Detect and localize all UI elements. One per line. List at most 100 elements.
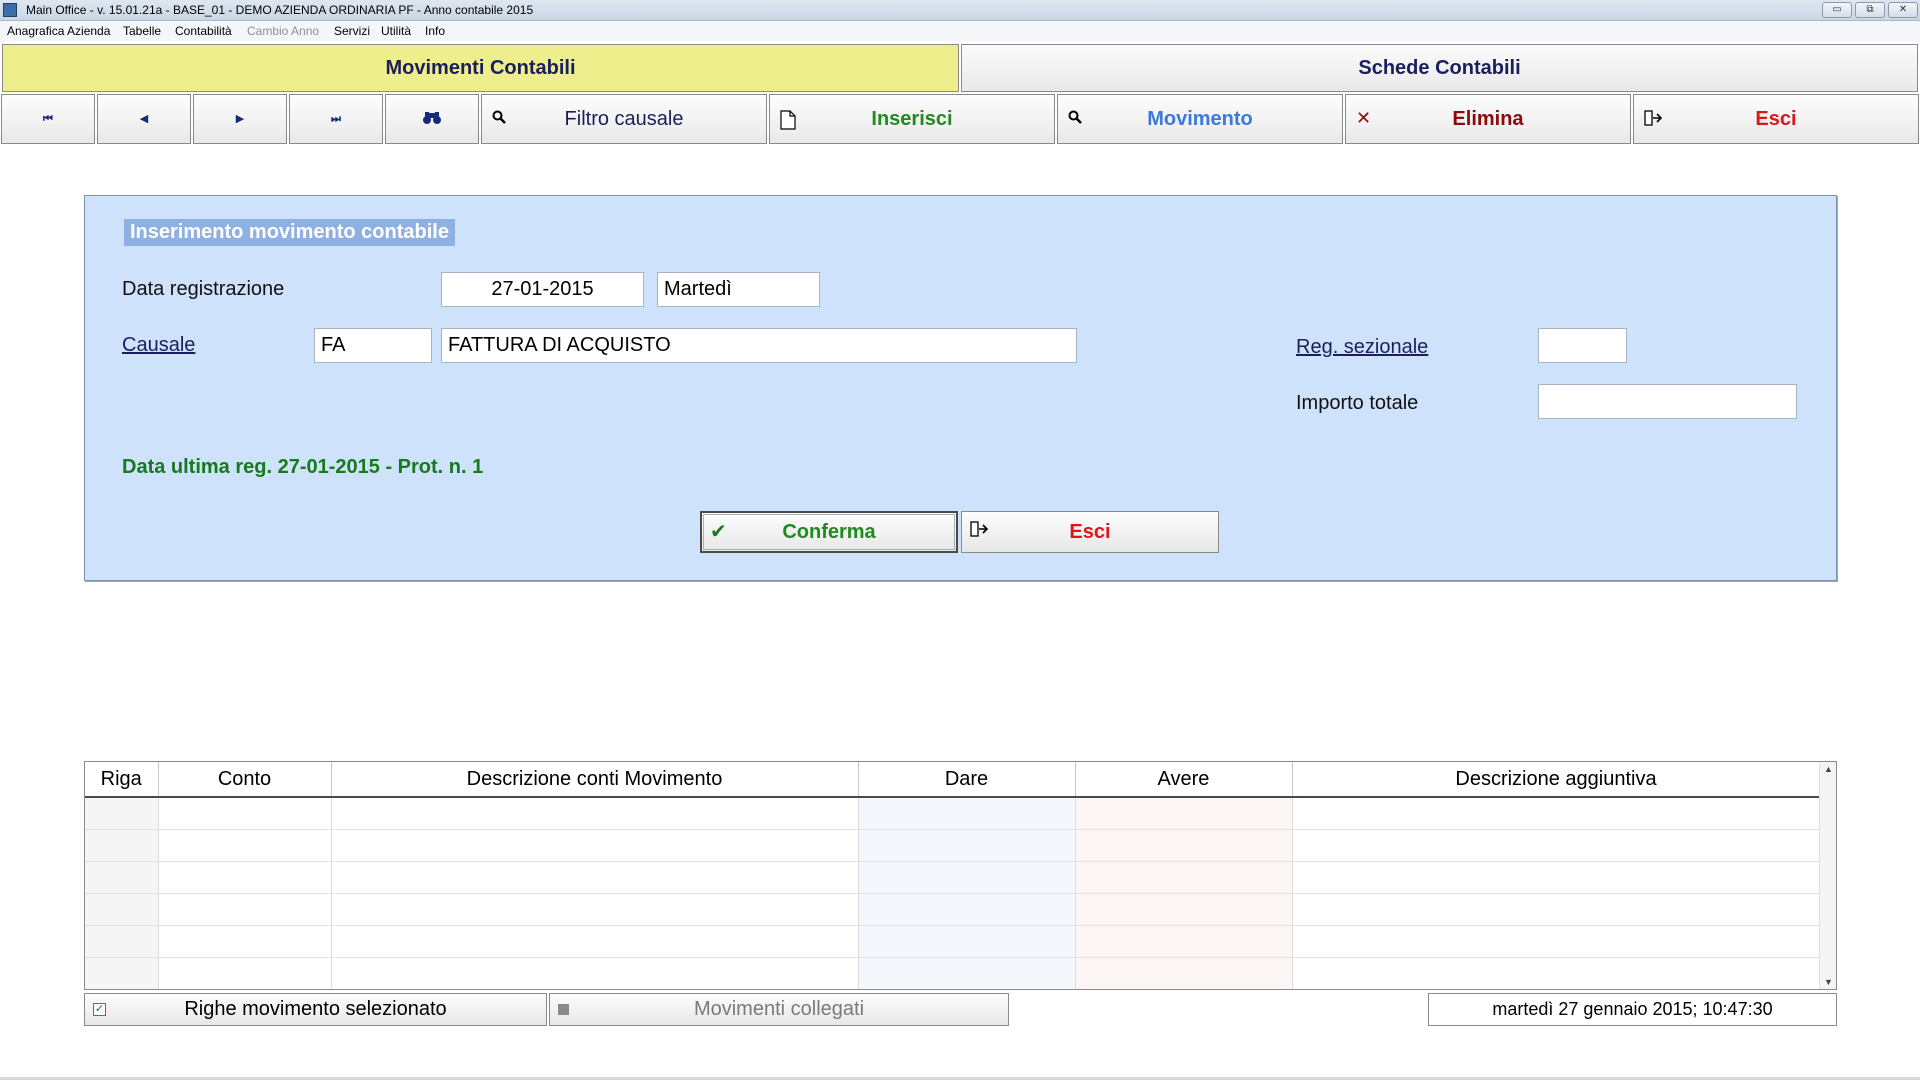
cell-descrizione-aggiuntiva[interactable] — [1292, 861, 1821, 894]
esci-form-button[interactable]: Esci — [961, 511, 1219, 553]
cell-avere[interactable] — [1075, 861, 1293, 894]
column-header-riga[interactable]: Riga — [85, 762, 159, 798]
cell-avere[interactable] — [1075, 957, 1293, 989]
cell-conto[interactable] — [158, 893, 332, 926]
menu-cambio-anno: Cambio Anno — [247, 24, 320, 38]
cell-conto[interactable] — [158, 925, 332, 958]
cell-avere[interactable] — [1075, 925, 1293, 958]
scroll-up-icon[interactable]: ▲ — [1824, 764, 1833, 774]
table-row[interactable] — [85, 797, 1821, 830]
title-bar: Main Office - v. 15.01.21a - BASE_01 - D… — [0, 0, 1920, 21]
cell-descrizione-aggiuntiva[interactable] — [1292, 829, 1821, 862]
esci-toolbar-button[interactable]: Esci — [1633, 94, 1919, 144]
tab-movimenti-contabili[interactable]: Movimenti Contabili — [2, 44, 959, 92]
cell-riga[interactable] — [85, 893, 159, 926]
exit-door-icon — [970, 521, 989, 541]
reg-sezionale-link[interactable]: Reg. sezionale — [1296, 336, 1428, 359]
menu-info[interactable]: Info — [425, 24, 445, 38]
menu-contabilita[interactable]: Contabilità — [175, 24, 232, 38]
cell-riga[interactable] — [85, 861, 159, 894]
cell-riga[interactable] — [85, 797, 159, 830]
column-header-dare[interactable]: Dare — [858, 762, 1076, 798]
next-icon: ▶ — [235, 113, 245, 125]
cell-dare[interactable] — [858, 861, 1076, 894]
cell-dare[interactable] — [858, 957, 1076, 989]
cell-descrizione-aggiuntiva[interactable] — [1292, 797, 1821, 830]
inserisci-label: Inserisci — [871, 107, 953, 130]
column-header-conto[interactable]: Conto — [158, 762, 332, 798]
filtro-causale-button[interactable]: Filtro causale — [481, 94, 767, 144]
cell-descrizione-conti[interactable] — [331, 893, 859, 926]
cell-avere[interactable] — [1075, 829, 1293, 862]
cell-dare[interactable] — [858, 925, 1076, 958]
inserisci-button[interactable]: Inserisci — [769, 94, 1055, 144]
cell-descrizione-conti[interactable] — [331, 925, 859, 958]
causale-link[interactable]: Causale — [122, 334, 195, 357]
importo-totale-field[interactable] — [1538, 384, 1797, 419]
movimento-label: Movimento — [1147, 107, 1253, 130]
table-row[interactable] — [85, 957, 1821, 989]
cell-conto[interactable] — [158, 861, 332, 894]
cell-dare[interactable] — [858, 829, 1076, 862]
cell-riga[interactable] — [85, 925, 159, 958]
cell-descrizione-aggiuntiva[interactable] — [1292, 925, 1821, 958]
minimize-button[interactable]: ▭ — [1822, 2, 1852, 18]
last-record-button[interactable]: ⏭ — [289, 94, 383, 144]
causale-code-field[interactable]: FA — [314, 328, 432, 363]
cell-descrizione-conti[interactable] — [331, 861, 859, 894]
data-registrazione-field[interactable]: 27-01-2015 — [441, 272, 644, 307]
checkbox-checked-icon[interactable]: ✓ — [93, 1003, 106, 1016]
binoculars-icon — [422, 111, 442, 128]
column-header-descrizione-aggiuntiva[interactable]: Descrizione aggiuntiva — [1292, 762, 1821, 798]
grid-vertical-scrollbar[interactable]: ▲ ▼ — [1819, 762, 1836, 989]
cell-conto[interactable] — [158, 797, 332, 830]
column-header-avere[interactable]: Avere — [1075, 762, 1293, 798]
binoculars-button[interactable] — [385, 94, 479, 144]
app-icon — [3, 3, 17, 17]
elimina-button[interactable]: ✕ Elimina — [1345, 94, 1631, 144]
table-row[interactable] — [85, 925, 1821, 958]
table-row[interactable] — [85, 829, 1821, 862]
esci-label: Esci — [1755, 107, 1797, 130]
tab-schede-contabili[interactable]: Schede Contabili — [961, 44, 1918, 92]
cell-conto[interactable] — [158, 957, 332, 989]
prev-record-button[interactable]: ◀ — [97, 94, 191, 144]
cell-descrizione-conti[interactable] — [331, 797, 859, 830]
movimento-grid[interactable]: Riga Conto Descrizione conti Movimento D… — [84, 761, 1837, 990]
last-registration-status: Data ultima reg. 27-01-2015 - Prot. n. 1 — [122, 456, 484, 478]
reg-sezionale-field[interactable] — [1538, 328, 1627, 363]
column-header-descrizione-conti[interactable]: Descrizione conti Movimento — [331, 762, 859, 798]
restore-button[interactable]: ⧉ — [1855, 2, 1885, 18]
menu-utilita[interactable]: Utilità — [381, 24, 411, 38]
cell-riga[interactable] — [85, 829, 159, 862]
movimento-button[interactable]: Movimento — [1057, 94, 1343, 144]
conferma-button[interactable]: ✔ Conferma — [700, 511, 958, 553]
cell-avere[interactable] — [1075, 893, 1293, 926]
cell-riga[interactable] — [85, 957, 159, 989]
close-button[interactable]: ✕ — [1888, 2, 1918, 18]
movimenti-collegati-label: Movimenti collegati — [693, 998, 865, 1020]
square-icon — [558, 1004, 569, 1015]
window-title: Main Office - v. 15.01.21a - BASE_01 - D… — [26, 3, 534, 17]
table-row[interactable] — [85, 861, 1821, 894]
menu-anagrafica-azienda[interactable]: Anagrafica Azienda — [7, 24, 110, 38]
delete-x-icon: ✕ — [1356, 108, 1372, 128]
datetime-display: martedì 27 gennaio 2015; 10:47:30 — [1428, 993, 1837, 1026]
esci-form-label: Esci — [1069, 520, 1111, 543]
next-record-button[interactable]: ▶ — [193, 94, 287, 144]
cell-conto[interactable] — [158, 829, 332, 862]
cell-descrizione-conti[interactable] — [331, 829, 859, 862]
cell-dare[interactable] — [858, 893, 1076, 926]
righe-movimento-toggle[interactable]: ✓ Righe movimento selezionato — [84, 993, 547, 1026]
cell-descrizione-aggiuntiva[interactable] — [1292, 957, 1821, 989]
first-record-button[interactable]: ⏮ — [1, 94, 95, 144]
cell-descrizione-conti[interactable] — [331, 957, 859, 989]
movimenti-collegati-toggle[interactable]: Movimenti collegati — [549, 993, 1009, 1026]
cell-descrizione-aggiuntiva[interactable] — [1292, 893, 1821, 926]
cell-avere[interactable] — [1075, 797, 1293, 830]
cell-dare[interactable] — [858, 797, 1076, 830]
scroll-down-icon[interactable]: ▼ — [1824, 977, 1833, 987]
table-row[interactable] — [85, 893, 1821, 926]
menu-tabelle[interactable]: Tabelle — [123, 24, 161, 38]
menu-servizi[interactable]: Servizi — [334, 24, 370, 38]
